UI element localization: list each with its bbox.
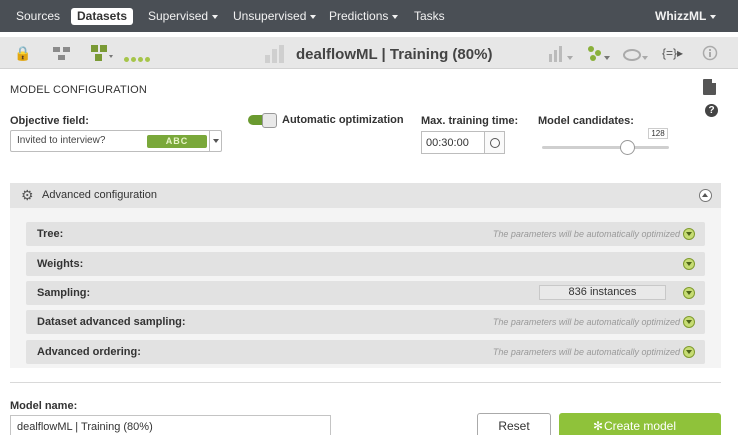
top-nav: Sources Datasets Supervised Unsupervised… [0,0,738,32]
chevron-down-icon[interactable] [683,258,695,270]
adv-row-label: Weights: [37,258,84,270]
candidates-value: 128 [648,128,668,139]
chevron-down-icon[interactable] [683,287,695,299]
resource-toolbar: 🔒 dealflowML | Training (80%) {=}▸ [0,37,738,69]
objective-value: Invited to interview? [17,135,106,146]
model-name-label: Model name: [10,400,78,412]
chevron-down-icon [212,14,219,19]
auto-optimized-note: The parameters will be automatically opt… [492,229,680,239]
chevron-down-icon[interactable] [683,316,695,328]
field-type-badge: ABC [147,135,207,148]
nav-supervised[interactable]: Supervised [148,7,219,25]
network-icon[interactable] [51,45,73,61]
chevron-down-icon[interactable] [683,346,695,358]
nav-unsupervised-label: Unsupervised [233,9,307,23]
cloud-icon[interactable] [622,45,650,63]
formula-icon[interactable]: {=}▸ [662,45,683,61]
instances-badge: 836 instances [539,285,666,300]
lock-icon[interactable]: 🔒 [14,45,31,61]
nav-sources[interactable]: Sources [16,7,60,25]
auto-optimization-label: Automatic optimization [282,114,404,126]
auto-optimization-toggle[interactable] [248,113,277,128]
nav-predictions[interactable]: Predictions [329,7,399,25]
max-time-label: Max. training time: [421,115,519,127]
advanced-config-title: Advanced configuration [42,189,157,201]
chevron-down-icon [310,14,317,19]
chevron-up-icon[interactable] [699,189,712,202]
max-time-input[interactable] [421,131,485,154]
candidates-slider-handle[interactable] [620,140,635,155]
chevron-down-icon[interactable] [683,228,695,240]
reset-button[interactable]: Reset [477,413,551,435]
objective-label: Objective field: [10,115,89,127]
gears-icon: ⚙ [21,187,34,203]
adv-row-weights[interactable]: Weights: [26,252,705,276]
candidates-slider-track[interactable] [542,146,669,149]
advanced-config-header[interactable]: ⚙ Advanced configuration [10,183,721,208]
adv-row-ordering[interactable]: Advanced ordering: The parameters will b… [26,340,705,364]
pdf-icon[interactable] [703,79,716,95]
model-name-input[interactable] [10,415,331,435]
adv-row-label: Tree: [37,228,64,240]
candidates-label: Model candidates: [538,115,634,127]
tree-model-icon[interactable] [90,44,114,62]
user-name: WhizzML [655,9,707,23]
create-model-button[interactable]: ✻ Create model [559,413,721,435]
section-title: MODEL CONFIGURATION [10,84,148,96]
status-dots-icon [124,51,152,65]
adv-row-sampling[interactable]: Sampling: 836 instances [26,281,705,305]
model-menu-icon[interactable] [585,44,613,64]
help-icon[interactable]: ? [705,104,718,117]
adv-row-dataset-sampling[interactable]: Dataset advanced sampling: The parameter… [26,310,705,334]
info-icon[interactable] [702,45,718,61]
create-model-label: Create model [603,419,677,433]
nav-datasets[interactable]: Datasets [71,8,134,25]
nav-supervised-label: Supervised [148,9,209,23]
divider [10,382,721,383]
adv-row-tree[interactable]: Tree: The parameters will be automatical… [26,222,705,246]
chevron-down-icon [710,14,717,19]
auto-optimized-note: The parameters will be automatically opt… [492,347,680,357]
nav-predictions-label: Predictions [329,9,389,23]
adv-row-label: Sampling: [37,287,91,299]
bar-chart-icon [265,45,287,63]
nav-tasks[interactable]: Tasks [414,7,445,25]
adv-row-label: Dataset advanced sampling: [37,316,186,328]
model-icon: ✻ [593,419,604,433]
chevron-down-icon[interactable] [209,131,221,151]
objective-field-select[interactable]: Invited to interview? ABC [10,130,222,152]
chart-menu-icon[interactable] [548,44,576,64]
clock-icon[interactable] [485,131,505,154]
nav-unsupervised[interactable]: Unsupervised [233,7,317,25]
user-menu[interactable]: WhizzML [655,7,717,25]
auto-optimized-note: The parameters will be automatically opt… [492,317,680,327]
adv-row-label: Advanced ordering: [37,346,141,358]
chevron-down-icon [392,14,399,19]
page-title: dealflowML | Training (80%) [296,46,493,63]
